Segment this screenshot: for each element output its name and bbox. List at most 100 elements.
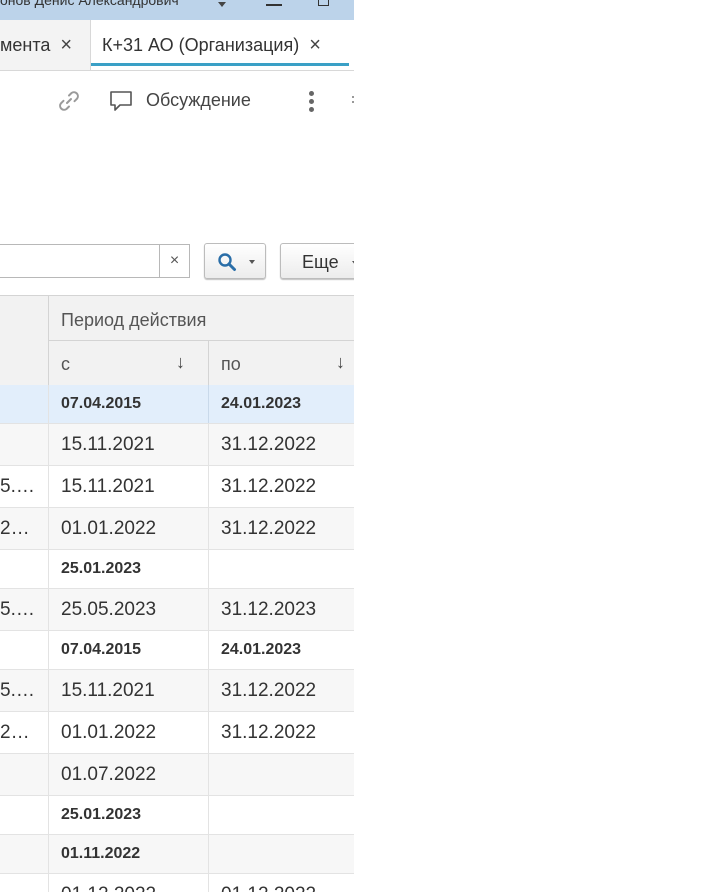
- cell-divider: [208, 796, 209, 834]
- cell-period-from: 15.11.2021: [61, 433, 155, 455]
- cell-divider: [48, 754, 49, 795]
- column-header-to[interactable]: по: [221, 354, 241, 375]
- table-row[interactable]: 01.11.2022: [0, 835, 354, 874]
- cell-period-from: 25.01.2023: [61, 806, 142, 823]
- minimize-icon[interactable]: [266, 4, 282, 6]
- tab-label: мента: [0, 34, 51, 55]
- table-row[interactable]: 2… 01.01.2022 31.12.2022: [0, 712, 354, 754]
- cell-period-from: 15.11.2021: [61, 475, 155, 497]
- cell-period-from: 01.12.2022: [61, 874, 156, 892]
- user-dropdown-icon[interactable]: [218, 2, 226, 7]
- period-group-header: Период действия: [61, 310, 207, 330]
- discussion-icon[interactable]: [108, 89, 136, 120]
- more-button-label: Еще: [302, 252, 339, 272]
- cell-period-to: 01.12.2022: [221, 874, 316, 892]
- tab-document[interactable]: мента ×: [0, 20, 72, 70]
- more-button[interactable]: Еще: [280, 243, 354, 279]
- table-row[interactable]: 07.04.2015 24.01.2023: [0, 385, 354, 424]
- table-row[interactable]: 01.12.2022 01.12.2022: [0, 874, 354, 892]
- cell-period-to: 31.12.2022: [221, 517, 317, 539]
- app-window: онов Денис Александрович мента × К+31 АО…: [0, 0, 354, 892]
- table-body: 07.04.2015 24.01.2023 15.11.2021 31.12.2022…: [0, 385, 354, 892]
- table-row[interactable]: 15.11.2021 31.12.2022: [0, 424, 354, 466]
- search-button[interactable]: [204, 243, 266, 279]
- cell-divider: [208, 466, 209, 507]
- cell-divider: [48, 385, 49, 423]
- cell-divider: [208, 424, 209, 465]
- cell-divider: [208, 508, 209, 549]
- cell-period-from: 01.01.2022: [61, 517, 157, 539]
- cell-divider: [208, 589, 209, 630]
- table-row[interactable]: 5.… 15.11.2021 31.12.2022: [0, 670, 354, 712]
- table-row[interactable]: 5.… 25.05.2023 31.12.2023: [0, 589, 354, 631]
- tab-organization[interactable]: К+31 АО (Организация) ×: [90, 20, 354, 70]
- cell-divider: [48, 466, 49, 507]
- search-input[interactable]: [0, 244, 159, 278]
- table-row[interactable]: 2… 01.01.2022 31.12.2022: [0, 508, 354, 550]
- cell-divider: [48, 508, 49, 549]
- cell-divider: [48, 670, 49, 711]
- cell-period-to: 31.12.2022: [221, 475, 317, 497]
- sort-arrow-icon[interactable]: ↓: [336, 352, 345, 373]
- cell-period-to: 24.01.2023: [221, 395, 302, 412]
- cell-name: 5.…: [0, 679, 35, 701]
- cell-divider: [48, 589, 49, 630]
- toolbar: Обсуждение: [0, 70, 354, 132]
- search-clear-button[interactable]: ×: [159, 244, 190, 278]
- cell-divider: [208, 550, 209, 588]
- table-row[interactable]: 25.01.2023: [0, 796, 354, 835]
- restore-window-icon[interactable]: [318, 0, 329, 6]
- cell-divider: [48, 550, 49, 588]
- search-icon: [217, 252, 237, 277]
- link-icon[interactable]: [56, 88, 82, 119]
- cell-divider: [48, 712, 49, 753]
- active-tab-indicator: [91, 63, 349, 66]
- cell-divider: [208, 631, 209, 669]
- cell-name: 2…: [0, 517, 30, 539]
- cell-divider: [208, 670, 209, 711]
- cell-name: 5.…: [0, 475, 35, 497]
- chevron-down-icon: [249, 260, 255, 264]
- table-row[interactable]: 5.… 15.11.2021 31.12.2022: [0, 466, 354, 508]
- cell-period-from: 01.11.2022: [61, 845, 141, 862]
- cell-name: 5.…: [0, 598, 35, 620]
- cell-divider: [48, 835, 49, 873]
- cell-divider: [208, 835, 209, 873]
- cell-period-to: 31.12.2023: [221, 598, 317, 620]
- header-divider: [48, 340, 354, 341]
- cell-period-to: 24.01.2023: [221, 641, 302, 658]
- table-row[interactable]: 01.07.2022: [0, 754, 354, 796]
- discussion-button[interactable]: Обсуждение: [146, 90, 251, 111]
- cell-period-from: 07.04.2015: [61, 641, 142, 658]
- sort-arrow-icon[interactable]: ↓: [176, 352, 185, 373]
- tab-bar: мента × К+31 АО (Организация) ×: [0, 20, 354, 71]
- cell-divider: [208, 754, 209, 795]
- cell-period-from: 15.11.2021: [61, 679, 155, 701]
- table-row[interactable]: 07.04.2015 24.01.2023: [0, 631, 354, 670]
- title-bar: онов Денис Александрович: [0, 0, 354, 20]
- table-row[interactable]: 25.01.2023: [0, 550, 354, 589]
- cell-period-to: 31.12.2022: [221, 721, 317, 743]
- cell-divider: [208, 712, 209, 753]
- overflow-icon: [352, 96, 354, 108]
- cell-divider: [48, 874, 49, 892]
- cell-divider: [48, 424, 49, 465]
- cell-divider: [48, 631, 49, 669]
- close-icon[interactable]: ×: [60, 34, 72, 57]
- cell-period-to: 31.12.2022: [221, 433, 317, 455]
- tab-label: К+31 АО (Организация): [102, 34, 300, 55]
- column-divider: [208, 341, 209, 385]
- column-header-from[interactable]: с: [61, 354, 70, 375]
- cell-period-to: 31.12.2022: [221, 679, 317, 701]
- chevron-down-icon: [352, 261, 354, 265]
- cell-divider: [208, 385, 209, 423]
- cell-period-from: 25.05.2023: [61, 598, 157, 620]
- more-actions-icon[interactable]: [309, 91, 314, 115]
- table-header: Период действия с ↓ по ↓: [0, 295, 354, 386]
- close-icon[interactable]: ×: [309, 34, 321, 57]
- user-name[interactable]: онов Денис Александрович: [0, 0, 179, 8]
- cell-period-from: 01.01.2022: [61, 721, 157, 743]
- cell-period-from: 07.04.2015: [61, 395, 142, 412]
- cell-divider: [48, 796, 49, 834]
- cell-divider: [208, 874, 209, 892]
